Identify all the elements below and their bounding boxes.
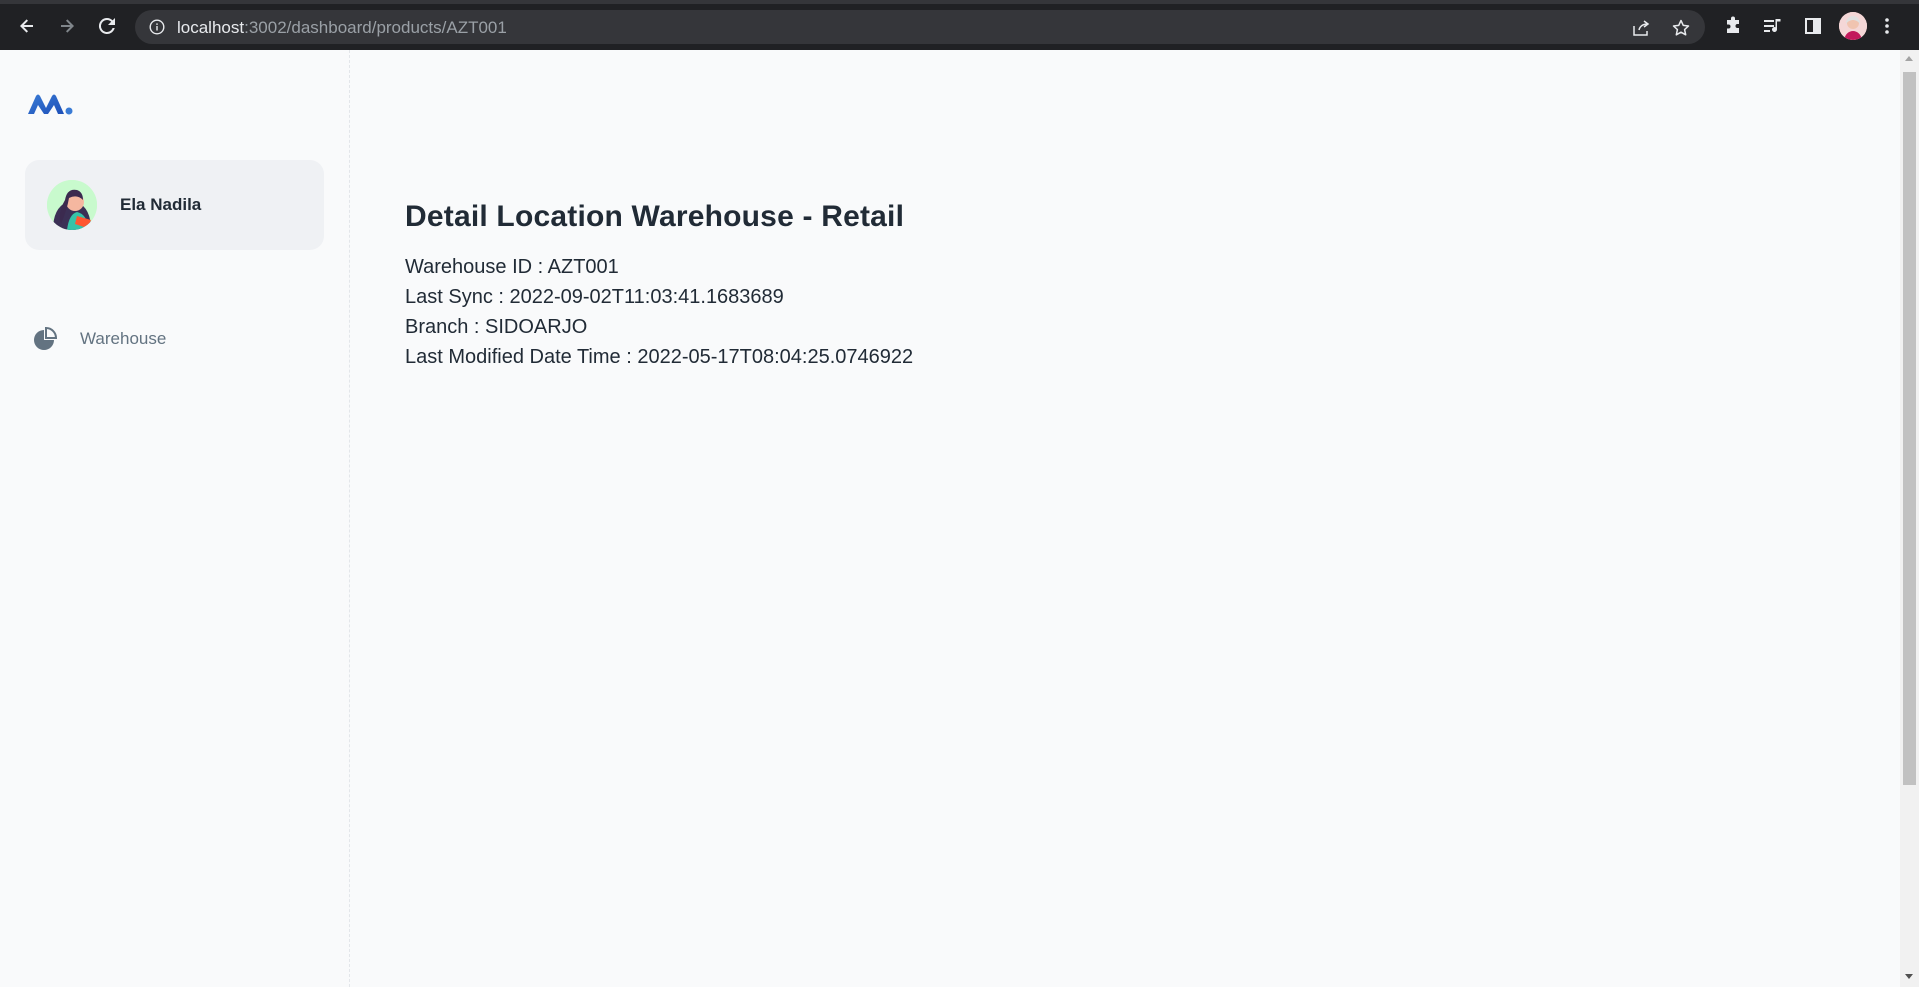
address-bar[interactable]: localhost:3002/dashboard/products/AZT001	[135, 10, 1705, 44]
url-text[interactable]: localhost:3002/dashboard/products/AZT001	[177, 18, 507, 38]
page-title: Detail Location Warehouse - Retail	[405, 200, 905, 233]
forward-button[interactable]	[54, 13, 80, 39]
account-card[interactable]: Ela Nadila	[25, 160, 324, 250]
pie-chart-icon	[32, 326, 58, 357]
scrollbar-thumb[interactable]	[1903, 72, 1916, 785]
vertical-scrollbar[interactable]	[1900, 50, 1919, 987]
sidebar-item-warehouse[interactable]: Warehouse	[25, 315, 324, 363]
logo-icon	[28, 94, 73, 115]
account-name: Ela Nadila	[120, 195, 202, 214]
detail-warehouse-id: Warehouse ID : AZT001	[405, 256, 619, 278]
page-content: Ela Nadila Warehouse Detail Location War…	[0, 50, 1900, 987]
scroll-up-arrow-icon[interactable]	[1905, 56, 1913, 61]
reload-icon	[98, 17, 115, 34]
brand-logo[interactable]	[26, 90, 74, 123]
tab-strip-edge	[0, 0, 1919, 4]
media-controls-button[interactable]	[1760, 13, 1786, 39]
queue-music-icon	[1764, 19, 1781, 32]
site-info-icon[interactable]	[149, 19, 165, 35]
kebab-menu-icon	[1885, 18, 1889, 34]
profile-photo-icon	[1839, 12, 1867, 40]
profile-avatar[interactable]	[1839, 12, 1867, 40]
side-panel-button[interactable]	[1800, 13, 1826, 39]
sidebar-item-label: Warehouse	[80, 329, 167, 348]
browser-toolbar: localhost:3002/dashboard/products/AZT001	[0, 0, 1919, 50]
share-icon[interactable]	[1631, 18, 1651, 38]
browser-menu-button[interactable]	[1880, 13, 1894, 39]
back-arrow-icon	[20, 19, 33, 33]
sidebar: Ela Nadila Warehouse	[0, 50, 350, 987]
url-host: localhost	[177, 18, 245, 37]
back-button[interactable]	[14, 13, 40, 39]
scroll-down-arrow-icon[interactable]	[1905, 974, 1913, 979]
puzzle-icon	[1727, 16, 1739, 33]
warehouse-detail: Detail Location Warehouse - Retail Wareh…	[405, 200, 913, 372]
url-path: :3002/dashboard/products/AZT001	[244, 18, 507, 37]
side-panel-icon	[1805, 18, 1821, 34]
detail-last-modified: Last Modified Date Time : 2022-05-17T08:…	[405, 346, 914, 368]
user-avatar-icon	[47, 180, 97, 230]
extensions-button[interactable]	[1720, 13, 1746, 39]
detail-last-sync: Last Sync : 2022-09-02T11:03:41.1683689	[405, 286, 784, 308]
forward-arrow-icon	[61, 19, 74, 33]
avatar	[47, 180, 97, 230]
detail-branch: Branch : SIDOARJO	[405, 316, 588, 338]
bookmark-star-icon[interactable]	[1671, 18, 1691, 38]
reload-button[interactable]	[94, 13, 120, 39]
